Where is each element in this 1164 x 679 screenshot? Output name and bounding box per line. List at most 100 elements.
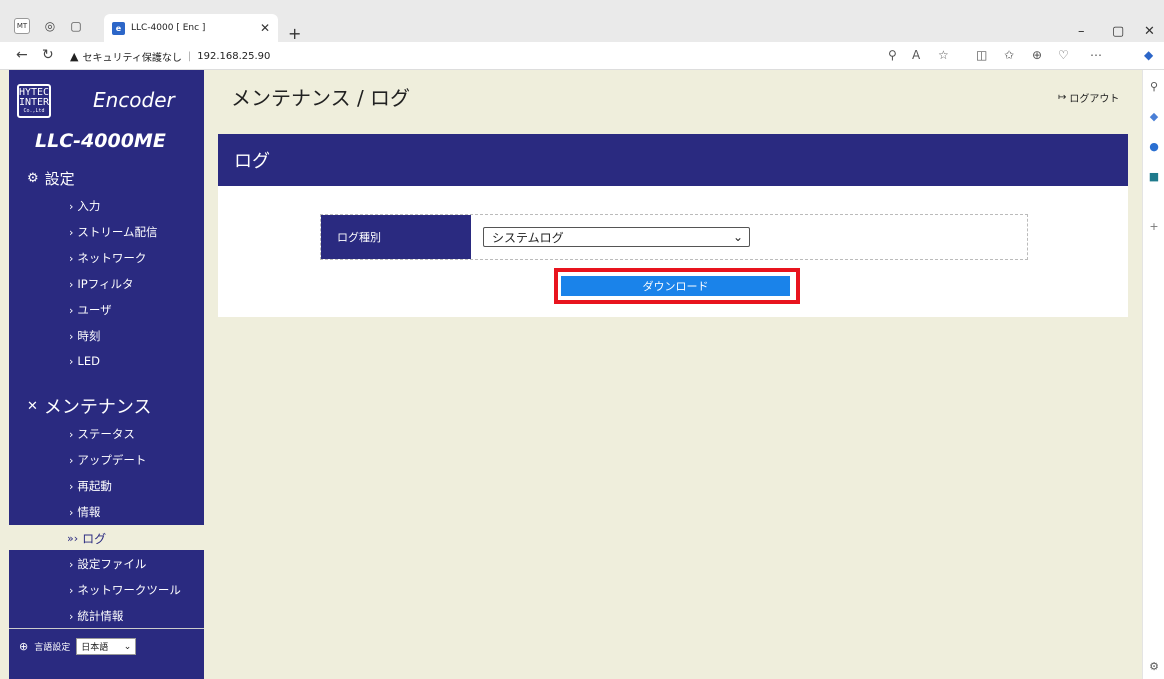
page-content: HYTEC INTER Co.,Ltd Encoder LLC-4000ME ⚙… bbox=[0, 70, 1142, 679]
download-button[interactable]: ダウンロード bbox=[561, 276, 790, 296]
heart-icon[interactable]: ♡ bbox=[1058, 48, 1069, 62]
sidebar-item-label: 入力 bbox=[77, 199, 101, 213]
new-tab-button[interactable]: + bbox=[288, 24, 301, 43]
chevron-down-icon: ⌄ bbox=[123, 641, 132, 652]
sidebar-item-label: 統計情報 bbox=[77, 609, 124, 623]
more-icon[interactable]: ⋯ bbox=[1090, 48, 1102, 62]
sidebar-item-ip-filter[interactable]: › IPフィルタ bbox=[69, 276, 134, 292]
maintenance-section-title: ✕ メンテナンス bbox=[27, 393, 152, 419]
maximize-icon[interactable]: ▢ bbox=[1112, 24, 1124, 39]
minimize-icon[interactable]: – bbox=[1078, 24, 1085, 39]
log-type-row: ログ種別 システムログ ⌄ bbox=[320, 214, 1028, 260]
app-sidebar: HYTEC INTER Co.,Ltd Encoder LLC-4000ME ⚙… bbox=[9, 70, 204, 679]
language-select[interactable]: 日本語 ⌄ bbox=[76, 638, 137, 655]
company-logo: HYTEC INTER Co.,Ltd bbox=[17, 84, 51, 118]
product-name: Encoder bbox=[93, 88, 175, 112]
chevron-right-icon: › bbox=[69, 557, 74, 571]
sidebar-item-label: ユーザ bbox=[77, 303, 112, 317]
tab-actions-icon[interactable]: ▢ bbox=[68, 18, 84, 34]
workspaces-icon[interactable]: ◎ bbox=[42, 18, 58, 34]
browser-tab-bar: MT ◎ ▢ e LLC-4000 [ Enc ] ✕ + – ▢ ✕ bbox=[0, 10, 1164, 43]
copilot-icon[interactable]: ◆ bbox=[1144, 48, 1153, 62]
url-field[interactable]: 192.168.25.90 bbox=[197, 51, 270, 62]
browser-tab[interactable]: e LLC-4000 [ Enc ] ✕ bbox=[104, 14, 278, 42]
sidebar-item-status[interactable]: › ステータス bbox=[69, 426, 135, 442]
sidebar-divider bbox=[9, 628, 204, 629]
tab-title: LLC-4000 [ Enc ] bbox=[131, 23, 206, 33]
log-type-select[interactable]: システムログ ⌄ bbox=[483, 227, 750, 247]
chevron-right-icon: › bbox=[69, 277, 74, 291]
panel-title: ログ bbox=[218, 134, 1128, 186]
page-title: メンテナンス / ログ bbox=[231, 86, 411, 110]
sidebar-item-led[interactable]: › LED bbox=[69, 354, 100, 368]
settings-gear-icon: ⚙ bbox=[27, 171, 39, 186]
security-label: セキュリティ保護なし bbox=[82, 53, 182, 64]
sidebar-item-label: 情報 bbox=[77, 505, 101, 519]
sidebar-item-label: 再起動 bbox=[77, 479, 112, 493]
tag-icon[interactable]: ◆ bbox=[1148, 110, 1160, 123]
browser-side-panel: ⚲ ◆ ● ■ + ⚙ bbox=[1142, 70, 1164, 679]
favorites-icon[interactable]: ✩ bbox=[1004, 48, 1014, 62]
address-bar: ← ↻ ▲ セキュリティ保護なし | 192.168.25.90 ⚲ A ☆ ◫… bbox=[0, 42, 1164, 70]
sidebar-item-statistics[interactable]: › 統計情報 bbox=[69, 608, 123, 624]
chevron-right-icon: › bbox=[69, 354, 74, 368]
sidebar-item-label: アップデート bbox=[77, 453, 147, 467]
chevron-right-icon: › bbox=[69, 583, 74, 597]
sidebar-item-label: ネットワークツール bbox=[77, 583, 181, 597]
back-icon[interactable]: ← bbox=[16, 47, 28, 63]
tab-close-icon[interactable]: ✕ bbox=[260, 21, 270, 35]
sidebar-item-network[interactable]: › ネットワーク bbox=[69, 250, 146, 266]
profile-avatar[interactable]: MT bbox=[14, 18, 30, 34]
favorite-star-icon[interactable]: ☆ bbox=[938, 48, 949, 62]
sidebar-item-reboot[interactable]: › 再起動 bbox=[69, 478, 112, 494]
language-label: 言語設定 bbox=[34, 643, 71, 653]
sidebar-item-update[interactable]: › アップデート bbox=[69, 452, 146, 468]
sidebar-item-log[interactable]: »› ログ bbox=[67, 530, 106, 547]
language-setting: ⊕ 言語設定 日本語 ⌄ bbox=[19, 638, 137, 655]
settings-title-text: 設定 bbox=[44, 170, 75, 188]
sidebar-item-info[interactable]: › 情報 bbox=[69, 504, 100, 520]
outlook-icon[interactable]: ■ bbox=[1148, 170, 1160, 183]
settings-section-title: ⚙ 設定 bbox=[27, 168, 75, 189]
log-type-label: ログ種別 bbox=[321, 215, 471, 259]
chevron-right-icon: › bbox=[69, 199, 74, 213]
chevron-right-icon: › bbox=[69, 479, 74, 493]
maintenance-title-text: メンテナンス bbox=[43, 397, 152, 418]
sidebar-item-config-file[interactable]: › 設定ファイル bbox=[69, 556, 146, 572]
globe-icon: ⊕ bbox=[19, 640, 29, 653]
warning-icon: ▲ bbox=[70, 50, 79, 63]
log-type-value: システムログ bbox=[492, 230, 564, 245]
collections-icon[interactable]: ⊕ bbox=[1032, 48, 1042, 62]
office-icon[interactable]: ● bbox=[1148, 140, 1160, 153]
sidebar-item-stream[interactable]: › ストリーム配信 bbox=[69, 224, 158, 240]
sidebar-item-label: ログ bbox=[82, 532, 107, 546]
model-name: LLC-4000ME bbox=[35, 130, 166, 152]
logout-label: ログアウト bbox=[1069, 94, 1120, 105]
language-value: 日本語 bbox=[81, 643, 109, 653]
sidebar-item-user[interactable]: › ユーザ bbox=[69, 302, 112, 318]
sidebar-item-input[interactable]: › 入力 bbox=[69, 198, 100, 214]
sidebar-item-time[interactable]: › 時刻 bbox=[69, 328, 100, 344]
sidebar-item-network-tool[interactable]: › ネットワークツール bbox=[69, 582, 181, 598]
triple-chevron-icon: »› bbox=[67, 532, 79, 545]
sidebar-item-label: IPフィルタ bbox=[77, 277, 134, 291]
search-icon[interactable]: ⚲ bbox=[1148, 80, 1160, 93]
chevron-right-icon: › bbox=[69, 329, 74, 343]
sidebar-item-label: ストリーム配信 bbox=[77, 225, 158, 239]
sidebar-item-label: 時刻 bbox=[77, 329, 101, 343]
chevron-right-icon: › bbox=[69, 251, 74, 265]
split-screen-icon[interactable]: ◫ bbox=[976, 48, 987, 62]
logout-link[interactable]: ↦ ログアウト bbox=[1058, 90, 1119, 105]
address-divider: | bbox=[187, 51, 192, 62]
refresh-icon[interactable]: ↻ bbox=[42, 47, 54, 63]
logout-icon: ↦ bbox=[1058, 92, 1067, 103]
add-sidebar-icon[interactable]: + bbox=[1148, 220, 1160, 233]
chevron-right-icon: › bbox=[69, 505, 74, 519]
close-window-icon[interactable]: ✕ bbox=[1144, 24, 1155, 39]
security-indicator[interactable]: ▲ セキュリティ保護なし | 192.168.25.90 bbox=[70, 49, 270, 64]
read-aloud-icon[interactable]: A bbox=[912, 48, 920, 62]
chevron-down-icon: ⌄ bbox=[732, 230, 743, 244]
key-icon[interactable]: ⚲ bbox=[888, 48, 897, 62]
logo-line-3: Co.,Ltd bbox=[23, 108, 45, 114]
settings-gear-icon[interactable]: ⚙ bbox=[1148, 660, 1160, 673]
